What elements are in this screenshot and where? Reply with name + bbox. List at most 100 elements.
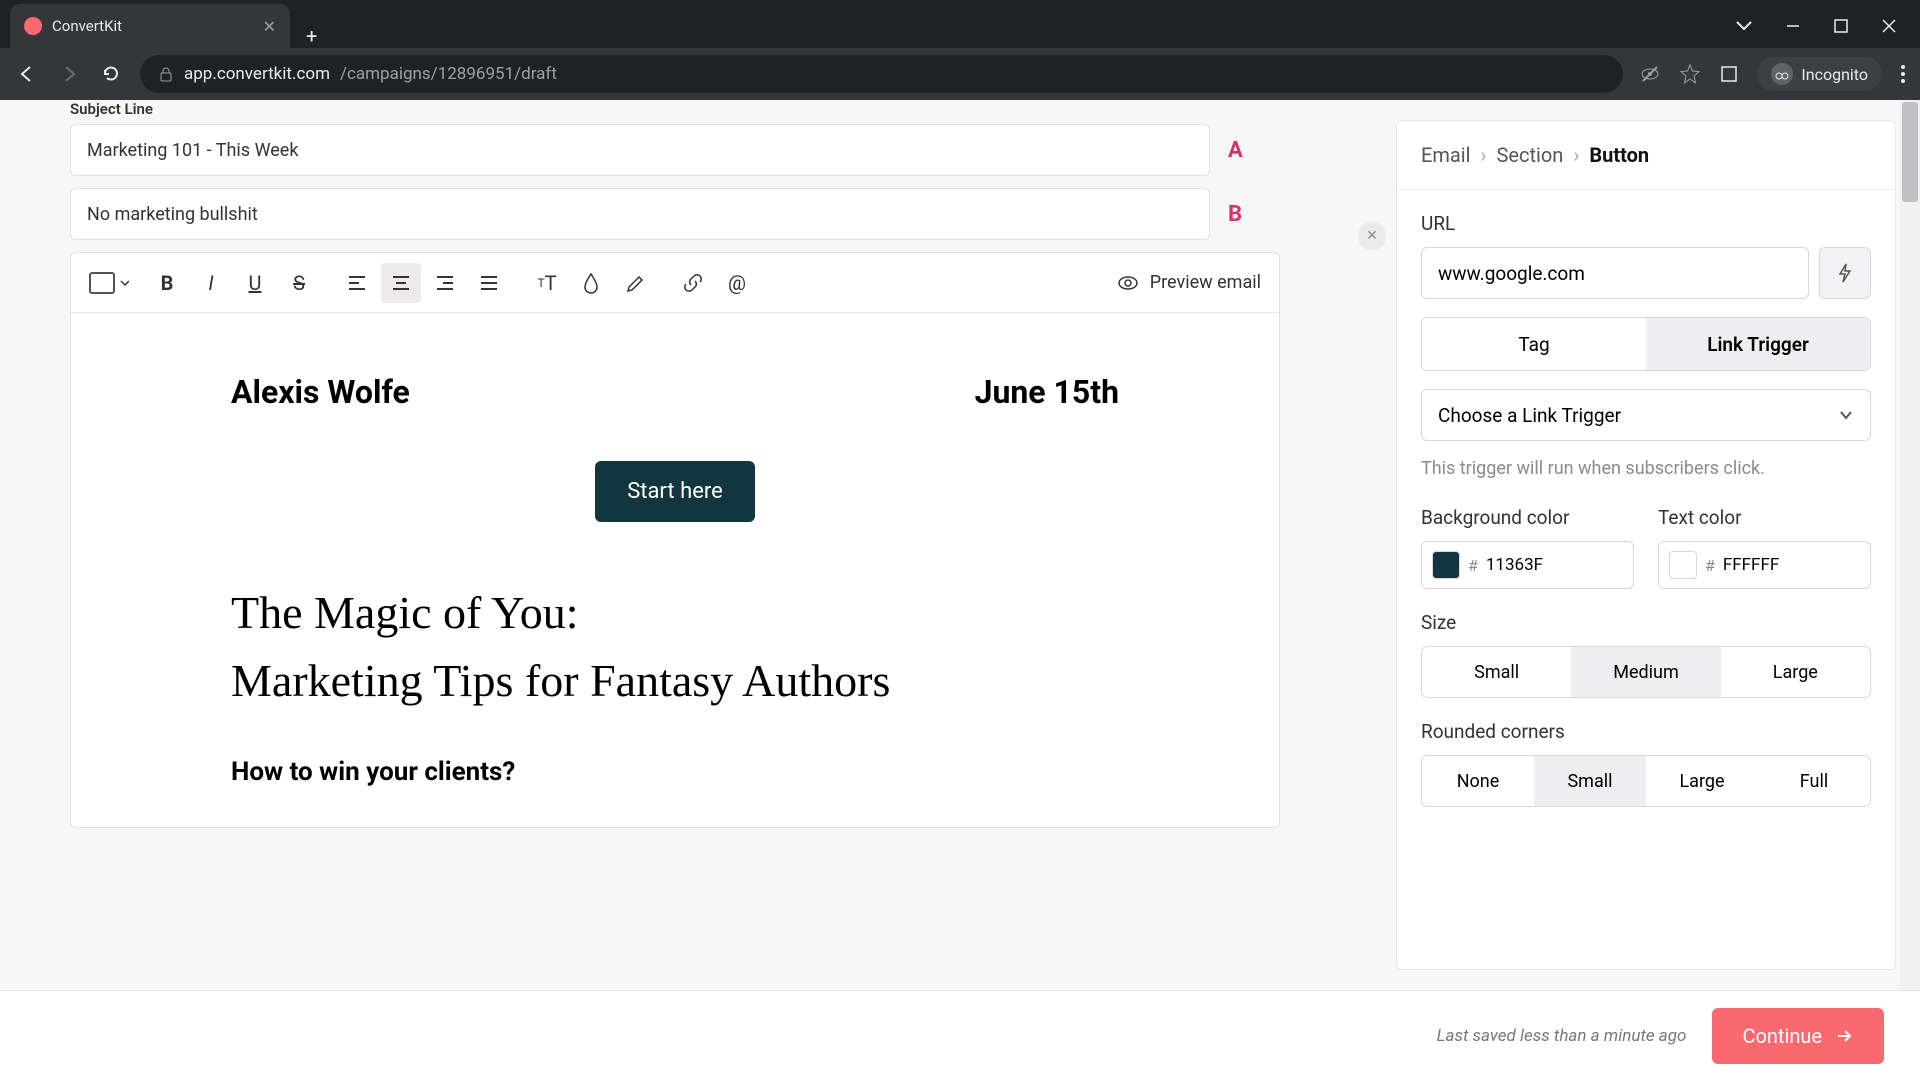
trigger-hint: This trigger will run when subscribers c… — [1421, 455, 1871, 482]
new-tab-button[interactable]: + — [290, 24, 333, 48]
back-button[interactable] — [14, 61, 40, 87]
corner-small[interactable]: Small — [1534, 756, 1646, 806]
align-right-button[interactable] — [425, 263, 465, 303]
tab-title: ConvertKit — [52, 17, 122, 35]
crumb-button[interactable]: Button — [1589, 143, 1649, 167]
url-action-button[interactable] — [1819, 247, 1871, 299]
align-left-button[interactable] — [337, 263, 377, 303]
text-color-input[interactable]: # FFFFFF — [1658, 541, 1871, 589]
extensions-icon[interactable] — [1719, 64, 1739, 84]
preview-label: Preview email — [1150, 272, 1261, 293]
url-input[interactable] — [1421, 247, 1809, 299]
corner-full[interactable]: Full — [1758, 756, 1870, 806]
corners-label: Rounded corners — [1421, 720, 1871, 743]
url-host: app.convertkit.com — [184, 64, 330, 84]
subject-input-a[interactable] — [70, 124, 1210, 176]
bg-color-label: Background color — [1421, 506, 1634, 529]
text-hex: FFFFFF — [1723, 555, 1779, 575]
cta-button[interactable]: Start here — [595, 461, 755, 522]
align-center-button[interactable] — [381, 263, 421, 303]
size-medium[interactable]: Medium — [1571, 647, 1720, 697]
minimize-icon[interactable] — [1786, 19, 1800, 33]
font-size-button[interactable]: TT — [527, 263, 567, 303]
bg-color-input[interactable]: # 11363F — [1421, 541, 1634, 589]
email-editor: B I U S TT @ — [70, 252, 1280, 828]
strikethrough-button[interactable]: S — [279, 263, 319, 303]
author-name: Alexis Wolfe — [231, 373, 410, 411]
breadcrumb: Email › Section › Button — [1397, 121, 1895, 190]
continue-label: Continue — [1742, 1024, 1822, 1048]
size-label: Size — [1421, 611, 1871, 634]
ab-label-a: A — [1228, 138, 1256, 163]
url-label: URL — [1421, 212, 1871, 235]
mention-button[interactable]: @ — [717, 263, 757, 303]
reload-button[interactable] — [98, 61, 124, 87]
text-color-label: Text color — [1658, 506, 1871, 529]
incognito-label: Incognito — [1801, 65, 1868, 84]
text-color-button[interactable] — [571, 263, 611, 303]
incognito-badge[interactable]: Incognito — [1757, 57, 1882, 91]
favicon-icon — [24, 17, 42, 35]
maximize-icon[interactable] — [1834, 19, 1848, 33]
chevron-down-icon — [1838, 407, 1854, 423]
main-column: Subject Line A B ✕ B I U — [0, 100, 1396, 990]
chevron-right-icon: › — [1481, 143, 1487, 167]
size-small[interactable]: Small — [1422, 647, 1571, 697]
link-trigger-select[interactable]: Choose a Link Trigger — [1421, 389, 1871, 441]
italic-button[interactable]: I — [191, 263, 231, 303]
subheading[interactable]: How to win your clients? — [231, 757, 1119, 787]
align-justify-button[interactable] — [469, 263, 509, 303]
crumb-section[interactable]: Section — [1497, 143, 1564, 167]
bookmark-star-icon[interactable] — [1679, 63, 1701, 85]
corner-large[interactable]: Large — [1646, 756, 1758, 806]
corners-segment: None Small Large Full — [1421, 755, 1871, 807]
subject-input-b[interactable] — [70, 188, 1210, 240]
heading-line-2[interactable]: Marketing Tips for Fantasy Authors — [231, 654, 1119, 707]
text-swatch — [1669, 551, 1697, 579]
kebab-menu-icon[interactable] — [1900, 64, 1906, 84]
last-saved: Last saved less than a minute ago — [1437, 1026, 1687, 1046]
bg-hex: 11363F — [1486, 555, 1543, 575]
browser-tab[interactable]: ConvertKit ✕ — [10, 4, 290, 48]
forward-button[interactable] — [56, 61, 82, 87]
page-scrollbar[interactable] — [1900, 100, 1920, 990]
lock-icon — [158, 66, 174, 82]
tab-tag[interactable]: Tag — [1422, 318, 1646, 370]
page: Subject Line A B ✕ B I U — [0, 100, 1920, 1080]
page-footer: Last saved less than a minute ago Contin… — [0, 990, 1920, 1080]
lightning-icon — [1834, 262, 1856, 284]
remove-variant-button[interactable]: ✕ — [1358, 222, 1386, 250]
arrow-right-icon — [1834, 1026, 1854, 1046]
email-date: June 15th — [975, 373, 1119, 411]
trigger-type-segment: Tag Link Trigger — [1421, 317, 1871, 371]
incognito-icon — [1771, 63, 1793, 85]
preview-email-button[interactable]: Preview email — [1116, 271, 1261, 295]
close-tab-icon[interactable]: ✕ — [263, 17, 276, 36]
eye-icon — [1116, 271, 1140, 295]
size-large[interactable]: Large — [1721, 647, 1870, 697]
bold-button[interactable]: B — [147, 263, 187, 303]
block-type-dropdown[interactable] — [89, 263, 129, 303]
properties-sidebar: Email › Section › Button URL Tag Link Tr… — [1396, 120, 1896, 970]
editor-toolbar: B I U S TT @ — [71, 253, 1279, 313]
ab-label-b: B — [1228, 202, 1256, 227]
select-value: Choose a Link Trigger — [1438, 404, 1621, 427]
tab-search-icon[interactable] — [1736, 21, 1752, 31]
underline-button[interactable]: U — [235, 263, 275, 303]
corner-none[interactable]: None — [1422, 756, 1534, 806]
subject-label: Subject Line — [70, 100, 1376, 118]
size-segment: Small Medium Large — [1421, 646, 1871, 698]
email-canvas[interactable]: Alexis Wolfe June 15th Start here The Ma… — [71, 313, 1279, 827]
highlight-button[interactable] — [615, 263, 655, 303]
chevron-right-icon: › — [1573, 143, 1579, 167]
close-window-icon[interactable] — [1882, 19, 1896, 33]
crumb-email[interactable]: Email — [1421, 143, 1471, 167]
eye-off-icon[interactable] — [1639, 63, 1661, 85]
heading-line-1[interactable]: The Magic of You: — [231, 582, 1119, 644]
tab-link-trigger[interactable]: Link Trigger — [1646, 318, 1870, 370]
url-field[interactable]: app.convertkit.com/campaigns/12896951/dr… — [140, 55, 1623, 93]
bg-swatch — [1432, 551, 1460, 579]
address-bar: app.convertkit.com/campaigns/12896951/dr… — [0, 48, 1920, 100]
link-button[interactable] — [673, 263, 713, 303]
continue-button[interactable]: Continue — [1712, 1008, 1884, 1064]
